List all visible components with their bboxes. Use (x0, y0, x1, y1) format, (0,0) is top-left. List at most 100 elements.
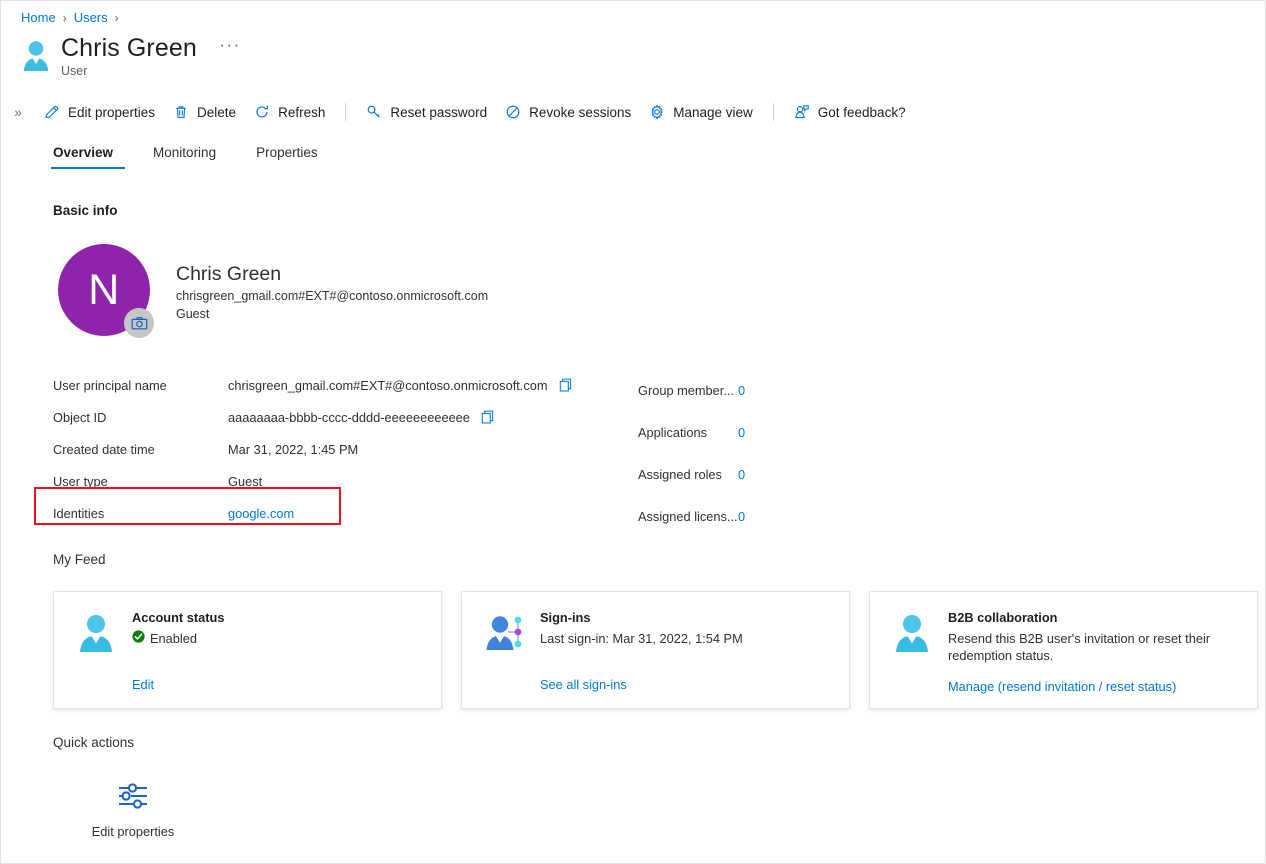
breadcrumb-separator: › (62, 10, 67, 25)
property-value-text: Guest (228, 473, 263, 489)
profile-details: Chris Green chrisgreen_gmail.com#EXT#@co… (176, 244, 488, 323)
card-text: Resend this B2B user's invitation or res… (948, 631, 1211, 663)
got-feedback-button[interactable]: Got feedback? (785, 100, 915, 124)
command-label: Manage view (673, 104, 753, 120)
user-icon (21, 39, 51, 73)
more-options-button[interactable]: ··· (219, 35, 240, 55)
user-icon (892, 610, 932, 708)
pencil-icon (44, 104, 60, 120)
reset-password-button[interactable]: Reset password (357, 100, 496, 124)
property-value: Mar 31, 2022, 1:45 PM (228, 442, 358, 457)
copy-icon[interactable] (480, 409, 496, 425)
property-row-identities: Identities google.com (53, 497, 593, 529)
page-subtitle: User (61, 64, 88, 78)
feed-card-list: Account status Enabled Edit Sign-ins Las… (53, 591, 1258, 709)
card-title: Sign-ins (540, 610, 591, 625)
profile-user-type: Guest (176, 307, 210, 321)
property-label: Identities (53, 505, 105, 521)
breadcrumb-item-users[interactable]: Users (74, 10, 108, 25)
card-status: Enabled (132, 630, 421, 647)
card-title: Account status (132, 610, 225, 625)
card-link-see-all-sign-ins[interactable]: See all sign-ins (540, 677, 627, 692)
user-icon (76, 610, 116, 708)
edit-properties-button[interactable]: Edit properties (35, 100, 164, 124)
property-value-text: aaaaaaaa-bbbb-cccc-dddd-eeeeeeeeeeee (228, 409, 470, 425)
profile-name: Chris Green (176, 263, 282, 285)
card-account-status: Account status Enabled Edit (53, 591, 442, 709)
property-row-object-id: Object ID aaaaaaaa-bbbb-cccc-dddd-eeeeee… (53, 401, 593, 433)
page-header: Chris Green ··· User (21, 33, 241, 78)
property-row-user-type: User type Guest (53, 465, 593, 497)
command-separator (345, 103, 347, 121)
property-value-text: chrisgreen_gmail.com#EXT#@contoso.onmicr… (228, 377, 548, 393)
check-circle-icon (132, 630, 145, 647)
refresh-button[interactable]: Refresh (245, 100, 334, 124)
identities-link[interactable]: google.com (228, 506, 294, 521)
command-label: Edit properties (68, 104, 156, 120)
quick-action-edit-properties[interactable]: Edit properties (63, 776, 203, 839)
refresh-icon (254, 104, 270, 120)
gear-icon (649, 104, 665, 120)
card-text: Last sign-in: Mar 31, 2022, 1:54 PM (540, 631, 743, 646)
avatar: N (58, 244, 154, 338)
property-value: aaaaaaaa-bbbb-cccc-dddd-eeeeeeeeeeee (228, 409, 496, 425)
property-row-assigned-licenses: Assigned licens... 0 (638, 495, 898, 537)
user-overview-page: Home › Users › Chris Green ··· User » Ed… (0, 0, 1266, 864)
command-separator (772, 103, 774, 121)
properties-list-left: User principal name chrisgreen_gmail.com… (53, 369, 593, 529)
tab-overview[interactable]: Overview (51, 141, 126, 169)
breadcrumb-item-home[interactable]: Home (21, 10, 56, 25)
section-title-basic-info: Basic info (53, 203, 118, 218)
card-status-text: Enabled (150, 631, 197, 646)
profile-upn: chrisgreen_gmail.com#EXT#@contoso.onmicr… (176, 289, 489, 303)
card-sign-ins: Sign-ins Last sign-in: Mar 31, 2022, 1:5… (461, 591, 850, 709)
property-row-created-date: Created date time Mar 31, 2022, 1:45 PM (53, 433, 593, 465)
property-label: Created date time (53, 441, 155, 457)
block-icon (505, 104, 521, 120)
property-value: google.com (228, 506, 294, 521)
card-b2b-collaboration: B2B collaboration Resend this B2B user's… (869, 591, 1258, 709)
card-title: B2B collaboration (948, 610, 1058, 625)
property-value-text: Mar 31, 2022, 1:45 PM (228, 441, 359, 457)
expand-sidebar-button[interactable]: » (1, 104, 35, 120)
breadcrumb-separator: › (114, 10, 119, 25)
command-label: Refresh (278, 104, 326, 120)
revoke-sessions-button[interactable]: Revoke sessions (496, 100, 640, 124)
property-label: Group member... (638, 382, 735, 398)
tab-monitoring[interactable]: Monitoring (151, 141, 228, 169)
profile-summary: N Chris Green chrisgreen_gmail.com#EXT#@… (58, 244, 488, 338)
card-link-edit[interactable]: Edit (132, 677, 154, 692)
property-value: chrisgreen_gmail.com#EXT#@contoso.onmicr… (228, 377, 574, 393)
property-row-assigned-roles: Assigned roles 0 (638, 453, 898, 495)
property-count[interactable]: 0 (738, 383, 745, 398)
manage-view-button[interactable]: Manage view (640, 100, 762, 124)
card-body: Sign-ins Last sign-in: Mar 31, 2022, 1:5… (540, 610, 829, 708)
property-label: Assigned roles (638, 466, 722, 482)
key-icon (366, 104, 382, 120)
tab-properties[interactable]: Properties (254, 141, 330, 169)
page-title-block: Chris Green ··· User (61, 33, 241, 78)
command-label: Revoke sessions (529, 104, 632, 120)
breadcrumb: Home › Users › (21, 10, 119, 25)
section-title-my-feed: My Feed (53, 552, 106, 567)
property-value: Guest (228, 474, 262, 489)
property-count[interactable]: 0 (738, 425, 745, 440)
trash-icon (173, 104, 189, 120)
property-count[interactable]: 0 (738, 467, 745, 482)
property-row-applications: Applications 0 (638, 411, 898, 453)
command-bar: » Edit properties Delete Refresh Reset p… (1, 97, 1265, 127)
section-title-quick-actions: Quick actions (53, 735, 135, 750)
property-label: User type (53, 473, 108, 489)
copy-icon[interactable] (558, 377, 574, 393)
property-label: Applications (638, 424, 708, 440)
quick-action-label: Edit properties (91, 824, 175, 839)
tab-bar: Overview Monitoring Properties (51, 141, 356, 169)
command-label: Got feedback? (817, 104, 906, 120)
card-link-manage-b2b[interactable]: Manage (resend invitation / reset status… (948, 679, 1176, 694)
property-label: Assigned licens... (638, 508, 738, 524)
properties-list-right: Group member... 0 Applications 0 Assigne… (638, 369, 898, 537)
property-count[interactable]: 0 (738, 509, 745, 524)
property-label: Object ID (53, 409, 107, 425)
delete-button[interactable]: Delete (164, 100, 245, 124)
camera-icon[interactable] (124, 308, 154, 338)
